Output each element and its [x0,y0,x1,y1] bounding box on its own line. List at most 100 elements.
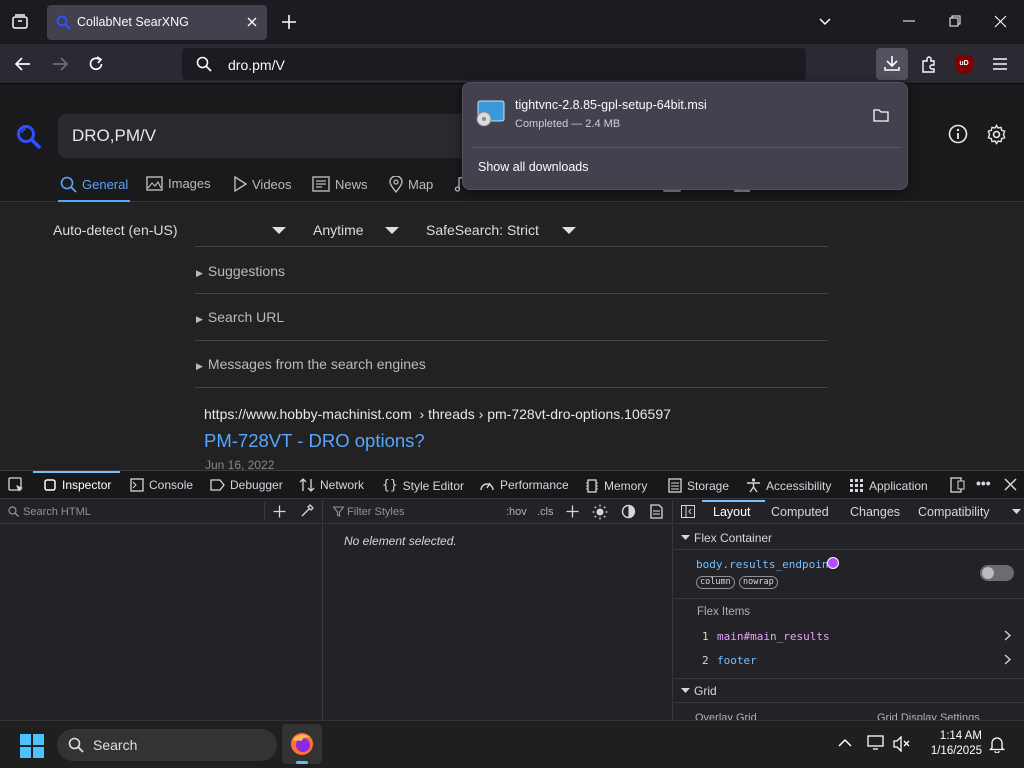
settings-gear-icon[interactable] [986,124,1007,145]
navigation-toolbar: dro.pm/V uD [0,44,1024,84]
notification-bell-icon[interactable] [989,736,1005,753]
safesearch-filter[interactable]: SafeSearch: Strict [426,222,539,238]
highlight-color-swatch[interactable] [827,557,839,569]
filter-styles-input[interactable]: Filter Styles [347,506,404,518]
category-news[interactable]: News [312,176,368,192]
system-clock[interactable]: 1:14 AM 1/16/2025 [918,729,982,759]
search-html-input[interactable]: Search HTML [23,506,91,518]
chevron-down-icon[interactable] [272,227,286,234]
flex-item-row[interactable]: 2 footer [674,649,1024,671]
taskbar-search[interactable]: Search [57,729,277,761]
tab-storage[interactable]: Storage [668,478,729,493]
category-label: General [82,177,129,192]
chevron-down-icon[interactable] [385,227,399,234]
close-devtools-icon[interactable] [1004,478,1017,491]
tab-accessibility[interactable]: Accessibility [746,478,831,493]
toggle-sidebar-icon[interactable] [681,505,695,518]
no-element-message: No element selected. [344,534,457,548]
category-map[interactable]: Map [389,176,433,193]
eyedropper-icon[interactable] [300,504,314,518]
category-videos[interactable]: Videos [233,176,292,192]
url-bar[interactable]: dro.pm/V [182,48,806,80]
tab-label: Storage [687,478,730,493]
toggle-knob [982,567,994,579]
chevron-down-icon[interactable] [681,535,690,541]
flex-wrap-badge: nowrap [739,576,778,589]
info-icon[interactable] [948,124,968,144]
flex-element-selector[interactable]: body.results_endpoint [696,558,835,571]
reload-icon[interactable] [87,55,105,73]
search-query-input[interactable]: DRO,PM/V [58,114,478,158]
chevron-up-icon[interactable] [838,738,852,747]
searxng-logo-icon[interactable] [16,124,42,150]
windows-start-icon[interactable] [20,734,44,758]
volume-muted-icon[interactable] [893,736,911,752]
close-tab-icon[interactable] [245,15,259,29]
chevron-right-icon [1004,630,1011,641]
ublock-origin-icon[interactable]: uD [955,55,973,74]
category-label: Images [168,176,211,191]
folder-icon[interactable] [873,108,889,122]
memory-chip-icon [586,479,598,493]
category-general[interactable]: General [60,176,128,193]
close-window-icon[interactable] [994,15,1007,28]
chevron-down-icon[interactable] [1012,509,1021,515]
hover-state-toggle[interactable]: :hov [506,506,527,518]
add-rule-icon[interactable] [566,505,579,518]
back-arrow-icon[interactable] [14,55,32,73]
flex-item-index: 2 [702,654,709,667]
clock-time: 1:14 AM [939,730,982,742]
light-mode-sun-icon[interactable] [592,504,608,520]
result-title[interactable]: PM-728VT - DRO options? [204,430,425,452]
subtab-changes[interactable]: Changes [850,505,900,519]
engine-messages-toggle[interactable]: ▶ Messages from the search engines [196,356,426,372]
downloads-button[interactable] [876,48,908,80]
tab-network[interactable]: Network [299,478,364,492]
subtab-computed[interactable]: Computed [771,505,829,519]
language-filter[interactable]: Auto-detect (en-US) [53,222,178,238]
tab-memory[interactable]: Memory [585,478,647,494]
grid-heading[interactable]: Grid [694,684,717,698]
tab-debugger[interactable]: Debugger [210,478,283,492]
print-media-icon[interactable] [650,504,663,519]
flexbox-highlighter-toggle[interactable] [980,565,1014,581]
result-url[interactable]: https://www.hobby-machinist.com › thread… [204,406,671,422]
dock-side-icon[interactable] [950,477,965,493]
browser-tab[interactable]: CollabNet SearXNG [47,5,267,40]
category-images[interactable]: Images [146,176,211,191]
tab-list-icon[interactable] [10,12,30,32]
firefox-taskbar-button[interactable] [282,724,322,764]
tab-inspector[interactable]: Inspector [43,478,111,492]
tab-console[interactable]: Console [130,478,193,492]
chevron-down-icon[interactable] [562,227,576,234]
restore-icon[interactable] [949,15,961,27]
chevron-down-icon[interactable] [681,688,690,694]
tab-performance[interactable]: Performance [479,478,569,492]
map-pin-icon [389,176,403,193]
network-display-icon[interactable] [867,735,885,751]
element-picker-icon[interactable] [8,477,24,493]
minimize-icon[interactable] [903,20,915,22]
dark-mode-contrast-icon[interactable] [621,504,636,519]
flex-container-heading[interactable]: Flex Container [694,531,772,545]
download-filename[interactable]: tightvnc-2.8.85-gpl-setup-64bit.msi [515,98,707,112]
flex-item-row[interactable]: 1 main#main_results [674,625,1024,647]
tab-strip: CollabNet SearXNG [0,0,1024,44]
forward-arrow-icon[interactable] [51,55,69,73]
chevron-down-icon[interactable] [818,15,832,29]
hamburger-menu-icon[interactable] [992,57,1008,71]
more-options-icon[interactable]: ••• [976,475,991,491]
time-filter[interactable]: Anytime [313,222,364,238]
add-node-icon[interactable] [273,505,286,518]
new-tab-icon[interactable] [281,14,297,30]
search-url-toggle[interactable]: ▶ Search URL [196,309,284,325]
subtab-compatibility[interactable]: Compatibility [918,505,990,519]
divider [195,340,828,341]
tab-style-editor[interactable]: {} Style Editor [382,478,464,493]
extensions-puzzle-icon[interactable] [920,56,937,73]
suggestions-toggle[interactable]: ▶ Suggestions [196,263,285,279]
subtab-layout[interactable]: Layout [713,505,751,519]
tab-application[interactable]: Application [849,478,928,493]
class-toggle[interactable]: .cls [537,506,554,518]
show-all-downloads-button[interactable]: Show all downloads [478,160,589,174]
